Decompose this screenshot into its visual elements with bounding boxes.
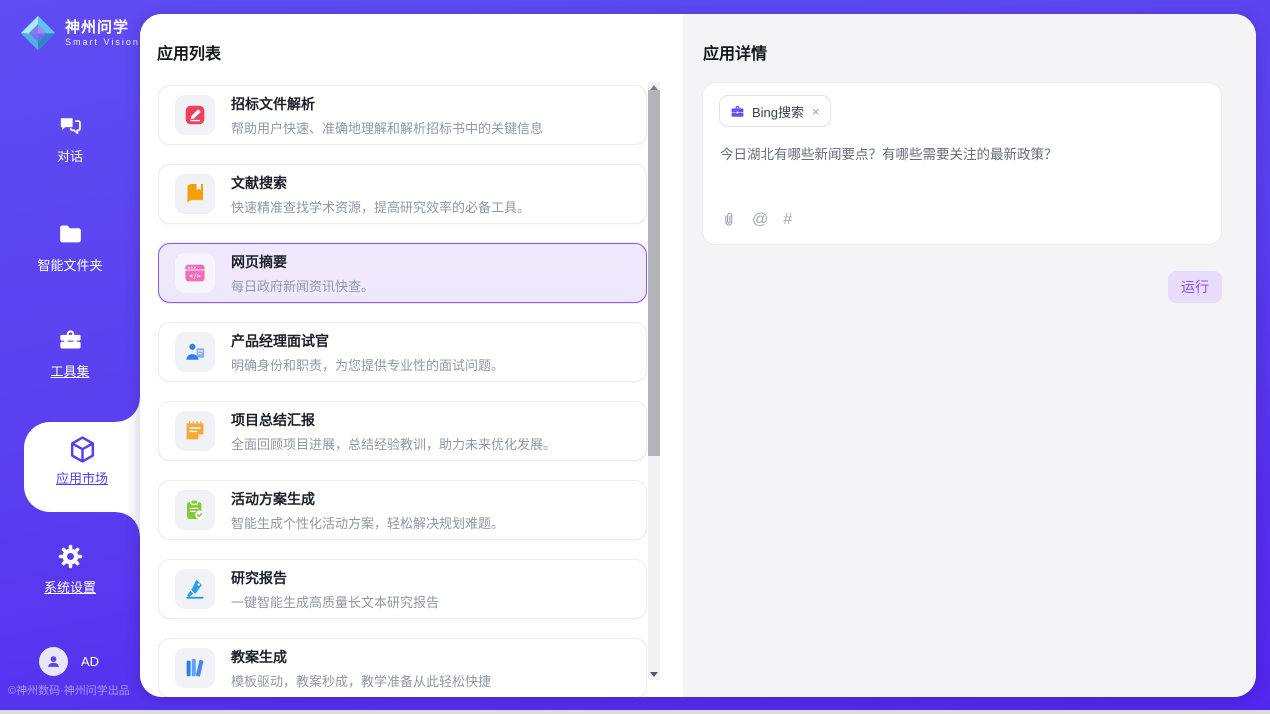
book-icon: [175, 174, 215, 214]
sidebar-item-label underlined: 工具集: [0, 361, 140, 380]
run-button[interactable]: 运行: [1168, 271, 1222, 303]
sidebar-item-label: 应用市场: [56, 471, 108, 486]
app-window: 神州问学 Smart Vision 对话 智能文件夹: [0, 0, 1270, 714]
app-list-title: 应用列表: [157, 40, 221, 64]
books-icon: [175, 648, 215, 688]
brand-diamond-icon: [18, 13, 58, 53]
sidebar-item-label: 智能文件夹: [0, 255, 140, 274]
scrollbar[interactable]: [648, 82, 660, 680]
app-list-item[interactable]: 招标文件解析 帮助用户快速、准确地理解和解析招标书中的关键信息: [158, 85, 647, 145]
brand-logo: 神州问学 Smart Vision: [18, 13, 140, 53]
gear-icon: [57, 543, 84, 570]
clipboard-check-icon: [175, 490, 215, 530]
app-list-item[interactable]: </> 网页摘要 每日政府新闻资讯快查。: [158, 243, 647, 303]
app-list-panel: 应用列表 招标文件解析 帮助用户快速、准确地理解和解析招标书中的关键信息 文献搜…: [140, 14, 683, 697]
app-name: 网页摘要: [231, 252, 374, 272]
app-list-item[interactable]: 活动方案生成 智能生成个性化活动方案，轻松解决规划难题。: [158, 480, 647, 540]
user-initials: AD: [81, 654, 99, 669]
app-description: 明确身份和职责，为您提供专业性的面试问题。: [231, 355, 504, 374]
chat-icon: [57, 112, 84, 139]
app-name: 教案生成: [231, 647, 491, 667]
app-description: 每日政府新闻资讯快查。: [231, 276, 374, 295]
paperclip-icon[interactable]: [720, 211, 737, 228]
app-description: 模板驱动，教案秒成，教学准备从此轻松快捷: [231, 671, 491, 690]
app-description: 一键智能生成高质量长文本研究报告: [231, 592, 439, 611]
app-list-item[interactable]: 教案生成 模板驱动，教案秒成，教学准备从此轻松快捷: [158, 638, 647, 697]
sidebar-item-smart-folder[interactable]: 智能文件夹: [0, 221, 140, 274]
app-description: 智能生成个性化活动方案，轻松解决规划难题。: [231, 513, 504, 532]
app-list-item[interactable]: 产品经理面试官 明确身份和职责，为您提供专业性的面试问题。: [158, 322, 647, 382]
app-description: 全面回顾项目进展，总结经验教训，助力未来优化发展。: [231, 434, 556, 453]
user-icon: [45, 653, 62, 670]
app-list-item[interactable]: 研究报告 一键智能生成高质量长文本研究报告: [158, 559, 647, 619]
app-detail-title: 应用详情: [703, 40, 767, 64]
pen-edit-icon: [175, 95, 215, 135]
scrollbar-thumb[interactable]: [648, 90, 660, 456]
sidebar-item-label: 对话: [0, 146, 140, 165]
report-pen-icon: [175, 569, 215, 609]
app-name: 研究报告: [231, 568, 439, 588]
app-list-item[interactable]: 项目总结汇报 全面回顾项目进展，总结经验教训，助力未来优化发展。: [158, 401, 647, 461]
prompt-card: Bing搜索 × 今日湖北有哪些新闻要点？有哪些需要关注的最新政策？ @ #: [702, 82, 1222, 245]
svg-text:</>: </>: [189, 272, 201, 280]
app-name: 文献搜索: [231, 173, 530, 193]
sidebar: 神州问学 Smart Vision 对话 智能文件夹: [0, 0, 140, 714]
tool-tag-bing-search[interactable]: Bing搜索 ×: [719, 95, 831, 127]
app-list-item[interactable]: 文献搜索 快速精准查找学术资源，提高研究效率的必备工具。: [158, 164, 647, 224]
app-description: 帮助用户快速、准确地理解和解析招标书中的关键信息: [231, 118, 543, 137]
app-description: 快速精准查找学术资源，提高研究效率的必备工具。: [231, 197, 530, 216]
brand-name: 神州问学: [65, 19, 140, 37]
sidebar-item-label: 系统设置: [0, 577, 140, 596]
toolbox-icon: [57, 327, 84, 354]
hash-icon[interactable]: #: [783, 212, 792, 228]
tool-tag-close-icon[interactable]: ×: [812, 104, 820, 119]
tool-tag-label: Bing搜索: [752, 102, 804, 121]
prompt-input[interactable]: 今日湖北有哪些新闻要点？有哪些需要关注的最新政策？: [720, 145, 1205, 165]
cube-icon: [67, 434, 98, 465]
app-detail-panel: 应用详情 Bing搜索 × 今日湖北有哪些新闻要点？有哪些需要关注的最新政: [683, 14, 1256, 697]
app-name: 项目总结汇报: [231, 410, 556, 430]
at-icon[interactable]: @: [752, 212, 768, 228]
app-name: 活动方案生成: [231, 489, 504, 509]
sidebar-footer: ©神州数码·神州问学出品: [8, 682, 140, 698]
brand-subtitle: Smart Vision: [65, 37, 140, 47]
folder-icon: [57, 221, 84, 248]
briefcase-icon: [730, 104, 745, 119]
main-content: 应用列表 招标文件解析 帮助用户快速、准确地理解和解析招标书中的关键信息 文献搜…: [140, 14, 1256, 697]
note-icon: [175, 411, 215, 451]
sidebar-item-toolbox[interactable]: 工具集: [0, 327, 140, 380]
scrollbar-down-arrow-icon[interactable]: [650, 672, 658, 677]
sidebar-item-settings[interactable]: 系统设置: [0, 543, 140, 596]
app-name: 招标文件解析: [231, 94, 543, 114]
user-profile[interactable]: AD: [39, 647, 99, 676]
sidebar-item-chat[interactable]: 对话: [0, 112, 140, 165]
bottom-strip: [0, 710, 1270, 714]
browser-code-icon: </>: [175, 253, 215, 293]
sidebar-item-app-market[interactable]: 应用市场: [24, 422, 140, 512]
prompt-toolbar: @ #: [720, 211, 792, 228]
interviewer-icon: [175, 332, 215, 372]
avatar: [39, 647, 68, 676]
app-list: 招标文件解析 帮助用户快速、准确地理解和解析招标书中的关键信息 文献搜索 快速精…: [158, 85, 647, 697]
app-name: 产品经理面试官: [231, 331, 504, 351]
